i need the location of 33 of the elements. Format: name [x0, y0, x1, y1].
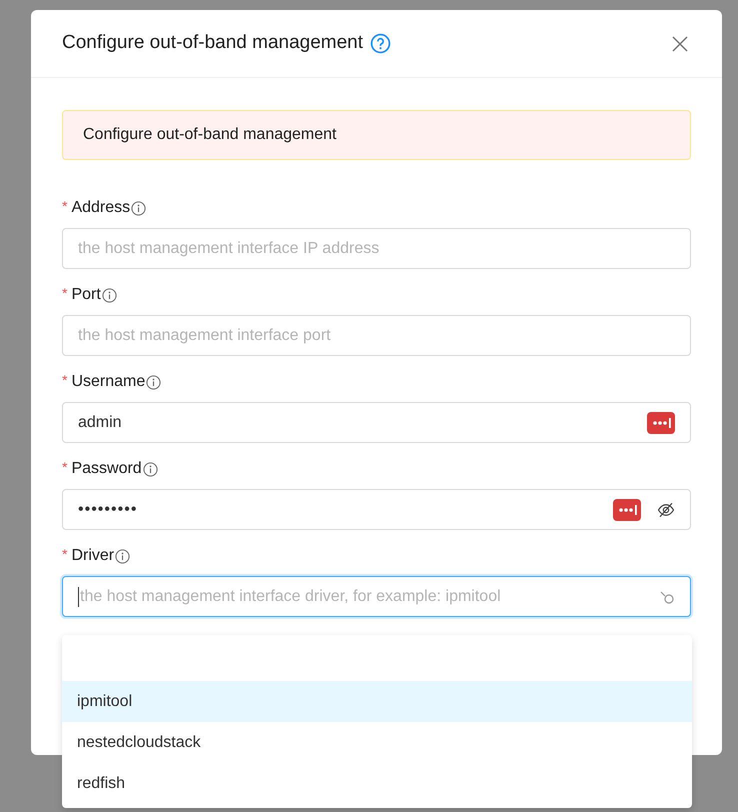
eye-slash-icon[interactable] [657, 500, 675, 518]
required-mark: * [62, 197, 68, 216]
input-field[interactable]: admin [62, 402, 691, 443]
help-icon[interactable] [370, 33, 392, 54]
field-value: ••••••••• [78, 500, 138, 520]
required-mark: * [62, 371, 68, 390]
required-mark: * [62, 458, 68, 477]
alert-banner: Configure out-of-band management [62, 110, 691, 160]
password-manager-icon[interactable] [647, 412, 675, 434]
password-field[interactable]: ••••••••• [62, 489, 691, 530]
info-icon[interactable] [102, 288, 117, 302]
info-icon[interactable] [146, 374, 162, 390]
required-mark: * [62, 284, 68, 303]
field-placeholder: the host management interface driver, for example: ipmitool [80, 586, 502, 606]
dropdown-option[interactable]: nestedcloudstack [62, 722, 692, 763]
dropdown-option[interactable]: redfish [62, 763, 692, 804]
text-cursor [78, 586, 79, 606]
dialog-title: Configure out-of-band management [62, 31, 364, 56]
field-placeholder: the host management interface IP address [78, 238, 380, 258]
loading-icon [659, 588, 675, 604]
info-icon[interactable] [115, 548, 130, 564]
info-icon[interactable] [131, 200, 146, 216]
field-label: Driver [71, 546, 114, 566]
required-mark: * [62, 545, 68, 564]
field-value: admin [78, 412, 123, 432]
info-icon[interactable] [142, 462, 158, 476]
field-label: Password [71, 459, 142, 479]
dropdown-option[interactable]: ipmitool [62, 681, 692, 722]
field-placeholder: the host management interface port [78, 326, 332, 346]
password-manager-icon[interactable] [613, 498, 641, 520]
field-label: Username [71, 372, 146, 392]
field-label: Address [71, 198, 130, 218]
field-label: Port [71, 285, 101, 305]
